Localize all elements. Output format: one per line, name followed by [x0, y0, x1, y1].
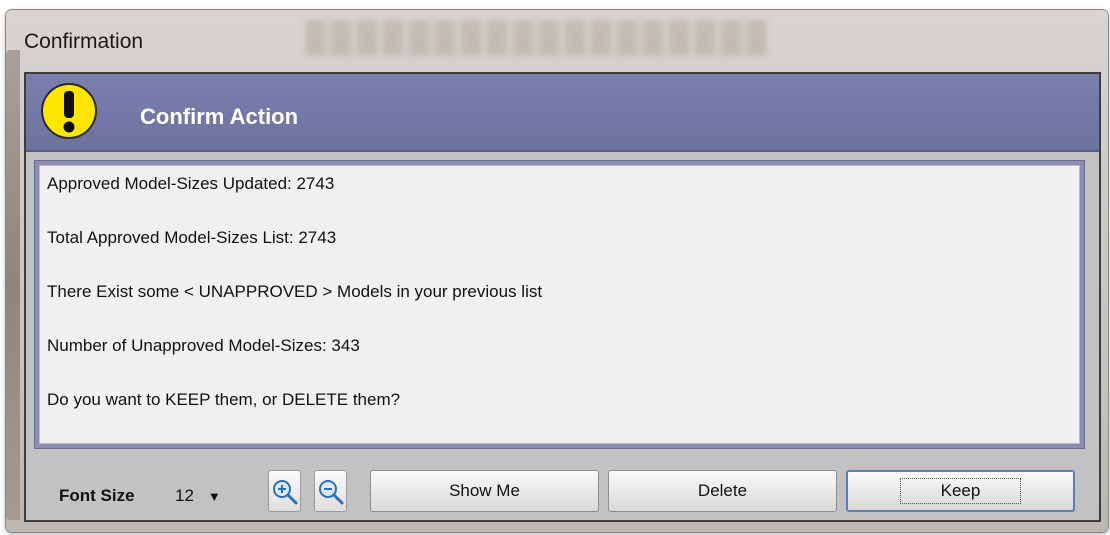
dialog-toolbar: Font Size 12 ▼ Show Me Delete Keep	[26, 452, 1099, 520]
dropdown-arrow-icon: ▼	[207, 488, 221, 504]
window-title: Confirmation	[24, 30, 144, 53]
font-size-label: Font Size	[59, 486, 135, 505]
delete-button[interactable]: Delete	[608, 470, 837, 512]
font-size-value: 12	[175, 486, 194, 505]
keep-button[interactable]: Keep	[846, 470, 1075, 512]
show-me-label: Show Me	[449, 481, 520, 500]
message-line: Total Approved Model-Sizes List: 2743	[47, 228, 337, 247]
message-panel: Approved Model-Sizes Updated: 2743 Total…	[34, 160, 1085, 449]
dialog-heading: Confirm Action	[140, 104, 299, 129]
zoom-out-button[interactable]	[314, 470, 347, 512]
zoom-in-button[interactable]	[268, 470, 301, 512]
dialog-header: Confirm Action	[26, 74, 1099, 152]
zoom-out-icon	[319, 480, 344, 505]
background-blur-text	[306, 20, 766, 56]
zoom-in-icon	[273, 480, 298, 505]
show-me-button[interactable]: Show Me	[370, 470, 599, 512]
confirm-dialog: Confirm Action Approved Model-Sizes Upda…	[24, 72, 1101, 522]
background-blur	[6, 50, 20, 520]
message-line: Do you want to KEEP them, or DELETE them…	[47, 390, 401, 409]
warning-icon	[40, 82, 98, 140]
delete-label: Delete	[697, 481, 748, 500]
message-line: Approved Model-Sizes Updated: 2743	[47, 174, 335, 193]
font-size-select[interactable]: 12 ▼	[169, 476, 249, 516]
message-line: There Exist some < UNAPPROVED > Models i…	[47, 282, 543, 301]
message-text-area: Approved Model-Sizes Updated: 2743 Total…	[39, 165, 1080, 444]
keep-label: Keep	[899, 478, 1022, 504]
message-line: Number of Unapproved Model-Sizes: 343	[47, 336, 360, 355]
